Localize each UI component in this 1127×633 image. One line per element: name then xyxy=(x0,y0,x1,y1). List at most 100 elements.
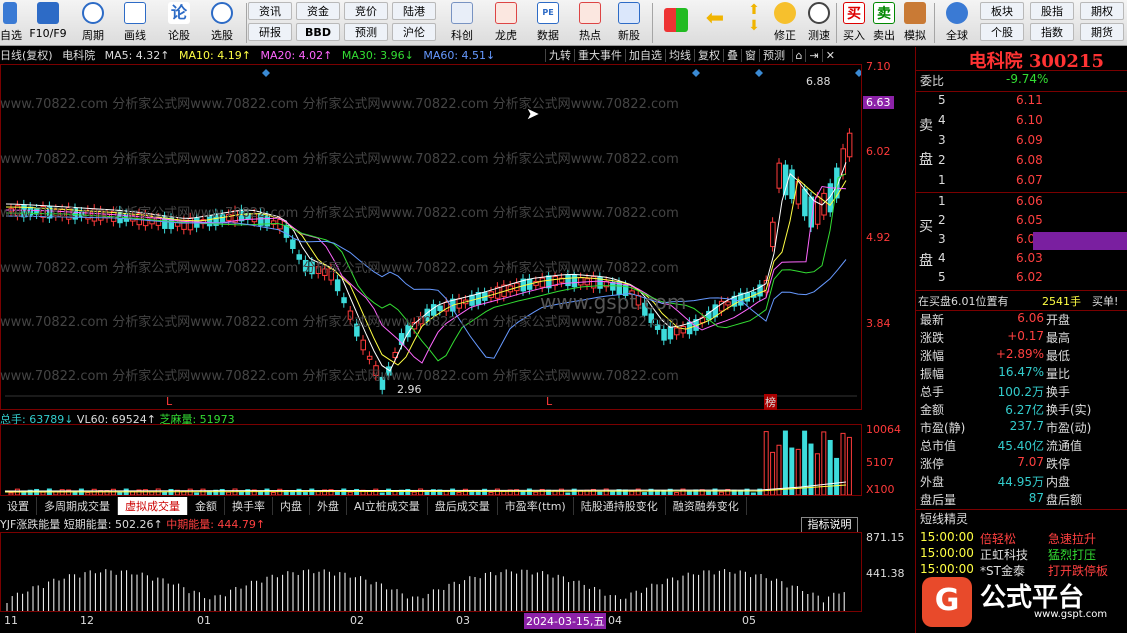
data-button[interactable]: PE 数据 xyxy=(528,2,568,44)
volume-bar xyxy=(85,492,91,496)
draw-line-button[interactable]: 画线 xyxy=(116,2,154,44)
candle-body xyxy=(674,327,680,336)
news-button[interactable]: 资讯 xyxy=(248,2,292,20)
moving-average-line xyxy=(5,178,847,366)
volume-bar xyxy=(821,431,827,496)
sector-button[interactable]: 板块 xyxy=(980,2,1024,20)
tab-multi-period-volume[interactable]: 多周期成交量 xyxy=(37,497,118,515)
funds-button[interactable]: 资金 xyxy=(296,2,340,20)
volume-bar xyxy=(456,492,462,496)
volume-bar xyxy=(411,491,417,496)
add-favorite-menu[interactable]: 加自选 xyxy=(625,49,665,62)
tab-inner-volume[interactable]: 内盘 xyxy=(273,497,310,515)
stat-value: +2.89% xyxy=(995,347,1044,361)
hk-connect-button[interactable]: 陆港 xyxy=(392,2,436,20)
list-icon xyxy=(3,2,17,24)
stock-select-button[interactable]: 选股 xyxy=(200,2,244,44)
indicator-explain-button[interactable]: 指标说明 xyxy=(801,517,858,533)
price-axis-label: 6.02 xyxy=(866,145,891,158)
forecast-button[interactable]: 预测 xyxy=(344,23,388,41)
simulate-button[interactable]: 模拟 xyxy=(900,2,930,44)
shanghai-london-button[interactable]: 沪伦 xyxy=(392,23,436,41)
tab-amount[interactable]: 金额 xyxy=(188,497,225,515)
candlestick-chart[interactable]: LLL xyxy=(0,64,868,410)
back-button[interactable]: ⬅ xyxy=(700,2,730,44)
indicator-tabs: 设置 多周期成交量 虚拟成交量 金额 换手率 内盘 外盘 AI立桩成交量 盘后成交量 市盈率(tt… xyxy=(0,497,862,515)
correction-button[interactable]: 修正 xyxy=(770,2,800,44)
options-button[interactable]: 期权 xyxy=(1080,2,1124,20)
volume-bar xyxy=(117,492,123,496)
volume-axis-label: X100 xyxy=(866,483,895,496)
buy-info-text: 在买盘6.01位置有 xyxy=(918,295,1009,308)
volume-bar xyxy=(718,491,724,496)
buy-row: 2 6.05 xyxy=(916,213,1127,233)
stat-row: 涨跌 +0.17 最高 xyxy=(916,329,1127,349)
forecast-menu[interactable]: 预测 xyxy=(759,49,788,62)
stock-index-futures-button[interactable]: 股指 xyxy=(1030,2,1074,20)
tab-outer-volume[interactable]: 外盘 xyxy=(310,497,347,515)
moving-average-menu[interactable]: 均线 xyxy=(665,49,694,62)
sell-button[interactable]: 卖 卖出 xyxy=(870,2,898,44)
f10-button[interactable]: F10/F9 xyxy=(26,2,70,44)
dragon-tiger-button[interactable]: 龙虎 xyxy=(486,2,526,44)
new-stock-button[interactable]: 新股 xyxy=(612,2,646,44)
tab-pe-ttm[interactable]: 市盈率(ttm) xyxy=(498,497,574,515)
hammer-icon xyxy=(904,2,926,24)
buy-price: 6.02 xyxy=(1016,270,1043,284)
flag-icon[interactable]: ⇥ xyxy=(805,49,822,62)
speed-test-button[interactable]: 测速 xyxy=(804,2,834,44)
buy-level: 1 xyxy=(938,194,946,208)
volume-bar xyxy=(738,490,744,496)
bbd-button[interactable]: BBD xyxy=(296,23,340,41)
candle-body xyxy=(322,268,328,276)
tab-settings[interactable]: 设置 xyxy=(0,497,37,515)
window-menu[interactable]: 窗 xyxy=(741,49,759,62)
tab-turnover[interactable]: 换手率 xyxy=(225,497,273,515)
home-icon[interactable]: ⌂ xyxy=(791,49,806,62)
hotspot-button[interactable]: 热点 xyxy=(570,2,610,44)
buy-button[interactable]: 买 买入 xyxy=(840,2,868,44)
energy-chart[interactable] xyxy=(0,532,862,612)
auction-button[interactable]: 竞价 xyxy=(344,2,388,20)
chart-select-icon xyxy=(211,2,233,24)
index-button[interactable]: 指数 xyxy=(1030,23,1074,41)
futures-button[interactable]: 期货 xyxy=(1080,23,1124,41)
tab-after-hours-volume[interactable]: 盘后成交量 xyxy=(428,497,498,515)
news-title: 短线精灵 xyxy=(920,512,969,526)
layout-button[interactable] xyxy=(660,2,692,44)
adjust-menu[interactable]: 复权 xyxy=(694,49,723,62)
favorites-button[interactable]: 自选 xyxy=(0,2,22,44)
short-energy-label: 短期能量: 502.26↑ xyxy=(63,518,163,531)
major-events-menu[interactable]: 重大事件 xyxy=(574,49,625,62)
stat-label: 涨幅 xyxy=(920,349,945,363)
discuss-stock-button[interactable]: 论 论股 xyxy=(160,2,198,44)
ma5-label: MA5: 4.32↑ xyxy=(104,49,170,62)
volume-bar xyxy=(194,492,200,496)
stat-value: 100.2万 xyxy=(997,385,1044,399)
research-button[interactable]: 研报 xyxy=(248,23,292,41)
tab-ai-volume[interactable]: AI立桩成交量 xyxy=(347,497,428,515)
sell-price: 6.10 xyxy=(1016,113,1043,127)
star-market-button[interactable]: 科创 xyxy=(442,2,482,44)
tab-margin-trading[interactable]: 融资融券变化 xyxy=(666,497,747,515)
sell-row: 3 6.09 xyxy=(916,133,1127,153)
stat-row: 总市值 45.40亿 流通值 xyxy=(916,437,1127,457)
candle-body xyxy=(578,277,584,286)
globe-icon xyxy=(946,2,968,24)
tab-northbound-holdings[interactable]: 陆股通持股变化 xyxy=(574,497,666,515)
buy-row: 1 6.06 xyxy=(916,194,1127,214)
global-button[interactable]: 全球 xyxy=(938,2,976,44)
volume-bar xyxy=(418,488,424,496)
volume-chart[interactable] xyxy=(0,424,862,496)
stat-label-right: 市盈(动) xyxy=(1046,421,1092,435)
overlay-menu[interactable]: 叠 xyxy=(723,49,741,62)
up-button[interactable]: ⬆ ⬇ xyxy=(742,2,766,44)
date-axis-label: 11 xyxy=(4,614,18,627)
individual-stock-button[interactable]: 个股 xyxy=(980,23,1024,41)
tab-virtual-volume[interactable]: 虚拟成交量 xyxy=(118,497,188,515)
period-button[interactable]: 周期 xyxy=(74,2,112,44)
nine-turn-menu[interactable]: 九转 xyxy=(545,49,574,62)
buy-level: 4 xyxy=(938,251,946,265)
close-icon[interactable]: ✕ xyxy=(821,49,838,62)
pencil-icon xyxy=(124,2,146,24)
